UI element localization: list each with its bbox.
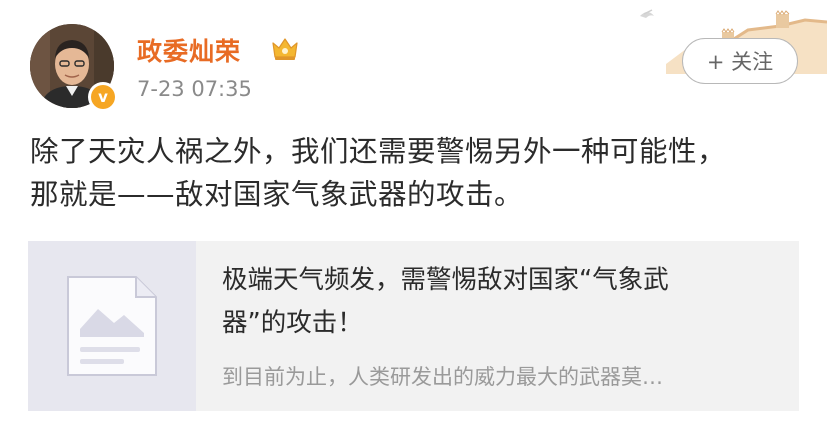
crown-icon: [270, 33, 300, 63]
article-summary: 到目前为止，人类研发出的威力最大的武器莫…: [222, 365, 663, 389]
follow-button[interactable]: + 关注: [682, 38, 798, 84]
article-title-line: 器”的攻击！: [222, 308, 363, 338]
article-title[interactable]: 极端天气频发，需警惕敌对国家“气象武 器”的攻击！: [222, 259, 792, 345]
article-title-line: 极端天气频发，需警惕敌对国家“气象武: [222, 265, 669, 295]
article-document-icon: [67, 276, 157, 376]
article-link-card[interactable]: 极端天气频发，需警惕敌对国家“气象武 器”的攻击！ 到目前为止，人类研发出的威力…: [28, 241, 799, 411]
post-body-text: 除了天灾人祸之外，我们还需要警惕另外一种可能性， 那就是——敌对国家气象武器的攻…: [30, 130, 810, 216]
verified-v-icon: v: [91, 85, 115, 109]
post-text-line: 除了天灾人祸之外，我们还需要警惕另外一种可能性，: [30, 135, 727, 168]
verified-badge: v: [88, 82, 118, 112]
avatar[interactable]: v: [30, 24, 118, 112]
post-text-line: 那就是——敌对国家气象武器的攻击。: [30, 178, 524, 211]
username[interactable]: 政委灿荣: [137, 32, 241, 68]
article-thumbnail: [28, 241, 196, 411]
post-timestamp[interactable]: 7-23 07:35: [137, 77, 252, 101]
